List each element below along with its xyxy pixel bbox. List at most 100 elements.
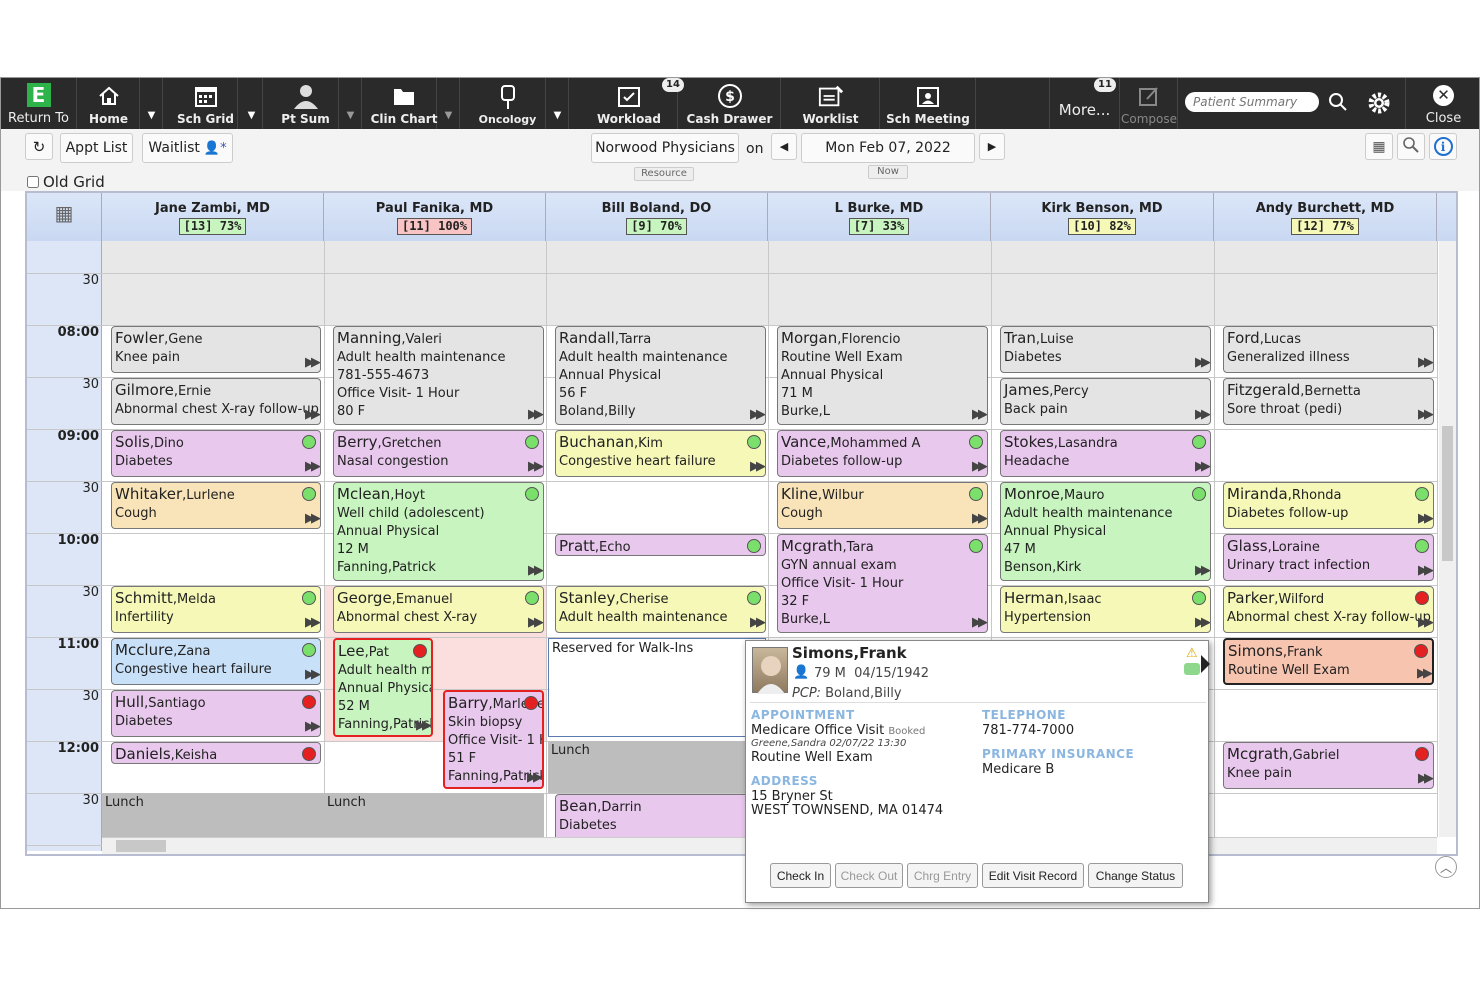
oncology-dropdown[interactable]: ▼ bbox=[547, 78, 569, 129]
appointment-card[interactable]: James,Percy Back pain ▶▶ bbox=[1000, 378, 1211, 425]
sch-grid-dropdown[interactable]: ▼ bbox=[241, 78, 263, 129]
provider-header[interactable]: Kirk Benson, MD [10] 82% bbox=[991, 193, 1214, 241]
grid-options-corner[interactable]: ▦ bbox=[27, 193, 102, 241]
gear-icon[interactable] bbox=[1367, 91, 1391, 119]
appointment-card[interactable]: Fowler,Gene Knee pain ▶▶ bbox=[111, 326, 321, 373]
provider-header[interactable]: Bill Boland, DO [9] 70% bbox=[546, 193, 768, 241]
waitlist-button[interactable]: Waitlist 👤* bbox=[142, 133, 233, 163]
people-icon: 👤* bbox=[203, 140, 227, 156]
appointment-card[interactable]: Randall,Tarra Adult health maintenance Ann… bbox=[555, 326, 766, 425]
appointment-card[interactable]: George,Emanuel Abnormal chest X-ray ▶▶ bbox=[333, 586, 544, 633]
appointment-card[interactable]: Barry,Marlene Skin biopsy Office Visit- 1 … bbox=[443, 690, 544, 789]
appointment-card[interactable]: Manning,Valeri Adult health maintenance 78… bbox=[333, 326, 544, 425]
home-button[interactable]: Home bbox=[78, 78, 140, 129]
appointment-card[interactable]: Daniels,Keisha bbox=[111, 742, 321, 764]
old-grid-toggle[interactable]: Old Grid bbox=[27, 173, 105, 191]
appointment-card[interactable]: Mcclure,Zana Congestive heart failure ▶▶ bbox=[111, 638, 321, 685]
home-dropdown[interactable]: ▼ bbox=[141, 78, 163, 129]
resource-selector[interactable]: Norwood Physicians bbox=[591, 133, 739, 163]
provider-header[interactable]: Andy Burchett, MD [12] 77% bbox=[1214, 193, 1437, 241]
return-to-button[interactable]: E Return To bbox=[1, 78, 77, 129]
message-icon[interactable] bbox=[1184, 663, 1200, 675]
next-date-button[interactable]: ▶ bbox=[979, 133, 1005, 160]
now-button[interactable]: Now bbox=[868, 165, 908, 179]
clin-chart-button[interactable]: Clin Chart bbox=[371, 78, 437, 129]
provider-header[interactable]: L Burke, MD [7] 33% bbox=[768, 193, 991, 241]
pt-sum-dropdown[interactable]: ▼ bbox=[340, 78, 362, 129]
grid-view-button[interactable]: ▦ bbox=[1365, 133, 1393, 160]
appointment-card[interactable]: Bean,Darrin Diabetes bbox=[555, 794, 766, 841]
lunch-label: Lunch bbox=[105, 795, 144, 810]
appointment-text: Back pain bbox=[1004, 402, 1068, 417]
appointment-card[interactable]: Stokes,Lasandra Headache ▶▶ bbox=[1000, 430, 1211, 477]
appointment-card[interactable]: Ford,Lucas Generalized illness ▶▶ bbox=[1223, 326, 1434, 373]
appointment-card[interactable]: Miranda,Rhonda Diabetes follow-up ▶▶ bbox=[1223, 482, 1434, 529]
refresh-button[interactable]: ↻ bbox=[25, 133, 53, 160]
appointment-text: Diabetes follow-up bbox=[781, 454, 903, 469]
appointment-card[interactable]: Herman,Isaac Hypertension ▶▶ bbox=[1000, 586, 1211, 633]
appointment-text: 80 F bbox=[337, 404, 366, 419]
appointment-card[interactable]: Whitaker,Lurlene Cough ▶▶ bbox=[111, 482, 321, 529]
appointment-card[interactable]: Vance,Mohammed A Diabetes follow-up ▶▶ bbox=[777, 430, 988, 477]
patient-last-name: Morgan bbox=[781, 329, 838, 347]
appointment-card[interactable]: Lee,PatAdult health maintenanceAnnual Ph… bbox=[333, 638, 433, 737]
sch-meeting-button[interactable]: Sch Meeting bbox=[881, 78, 976, 129]
close-button[interactable]: ✕ Close bbox=[1405, 78, 1479, 129]
appointment-card[interactable]: Morgan,Florencio Routine Well Exam Annual … bbox=[777, 326, 988, 425]
appointment-card[interactable]: Gilmore,Ernie Abnormal chest X-ray follow… bbox=[111, 378, 321, 425]
warning-icon[interactable]: ⚠ bbox=[1186, 646, 1198, 661]
pt-sum-button[interactable]: Pt Sum bbox=[273, 78, 339, 129]
patient-search-input[interactable] bbox=[1185, 92, 1319, 112]
zoom-button[interactable] bbox=[1397, 133, 1425, 160]
appointment-card[interactable]: Fitzgerald,Bernetta Sore throat (pedi) ▶▶ bbox=[1223, 378, 1434, 425]
prev-date-button[interactable]: ◀ bbox=[771, 133, 797, 160]
date-display[interactable]: Mon Feb 07, 2022 bbox=[801, 133, 975, 163]
appointment-card[interactable]: Parker,Wilford Abnormal chest X-ray follo… bbox=[1223, 586, 1434, 633]
oncology-button[interactable]: Oncology bbox=[470, 78, 546, 129]
sch-grid-button[interactable]: Sch Grid bbox=[174, 78, 238, 129]
appointment-card[interactable]: Tran,Luise Diabetes ▶▶ bbox=[1000, 326, 1211, 373]
appointment-card[interactable]: Buchanan,Kim Congestive heart failure ▶▶ bbox=[555, 430, 766, 477]
appointment-card[interactable]: Mclean,Hoyt Well child (adolescent) Annual… bbox=[333, 482, 544, 581]
patient-name: Simons,Frank bbox=[792, 644, 907, 662]
appointment-card[interactable]: Mcgrath,Tara GYN annual exam Office Visit-… bbox=[777, 534, 988, 633]
clin-chart-dropdown[interactable]: ▼ bbox=[438, 78, 460, 129]
appointment-card[interactable]: Pratt,Echo bbox=[555, 534, 766, 556]
appointment-card[interactable]: Stanley,Cherise Adult health maintenance ▶… bbox=[555, 586, 766, 633]
appointment-text: 71 M bbox=[781, 386, 813, 401]
provider-header[interactable]: Jane Zambi, MD [13] 73% bbox=[102, 193, 324, 241]
provider-utilization: [10] 82% bbox=[1068, 218, 1136, 235]
scrollbar-thumb[interactable] bbox=[116, 840, 166, 852]
appointment-card[interactable]: Hull,Santiago Diabetes ▶▶ bbox=[111, 690, 321, 737]
change-status-button[interactable]: Change Status bbox=[1088, 863, 1183, 888]
vertical-scrollbar[interactable] bbox=[1439, 241, 1456, 837]
appointment-card[interactable]: Solis,Dino Diabetes ▶▶ bbox=[111, 430, 321, 477]
search-icon[interactable] bbox=[1328, 92, 1348, 116]
appointment-card[interactable]: Glass,Loraine Urinary tract infection ▶▶ bbox=[1223, 534, 1434, 581]
check-out-button[interactable]: Check Out bbox=[835, 863, 903, 888]
appointment-card[interactable]: Monroe,Mauro Adult health maintenance Annu… bbox=[1000, 482, 1211, 581]
cash-drawer-button[interactable]: $ Cash Drawer bbox=[679, 78, 781, 129]
patient-first-name: Gene bbox=[168, 332, 203, 347]
worklist-button[interactable]: Worklist bbox=[782, 78, 880, 129]
status-dot bbox=[1192, 591, 1206, 605]
appointment-card[interactable]: Mcgrath,Gabriel Knee pain ▶▶ bbox=[1223, 742, 1434, 789]
appointment-text: Stanley,Cherise bbox=[559, 589, 669, 607]
edit-visit-record-button[interactable]: Edit Visit Record bbox=[982, 863, 1084, 888]
collapse-button[interactable]: ︿ bbox=[1435, 856, 1457, 878]
check-in-button[interactable]: Check In bbox=[770, 863, 831, 888]
charge-entry-button[interactable]: Chrg Entry bbox=[907, 863, 978, 888]
info-button[interactable]: i bbox=[1429, 133, 1457, 160]
patient-last-name: Daniels bbox=[115, 745, 171, 763]
scrollbar-thumb[interactable] bbox=[1442, 426, 1453, 561]
appt-list-button[interactable]: Appt List bbox=[60, 133, 133, 163]
walk-in-reserved-block[interactable]: Reserved for Walk-Ins bbox=[548, 638, 766, 737]
appointment-card[interactable]: Kline,Wilbur Cough ▶▶ bbox=[777, 482, 988, 529]
appointment-card[interactable]: Schmitt,Melda Infertility ▶▶ bbox=[111, 586, 321, 633]
appointment-card[interactable]: Berry,Gretchen Nasal congestion ▶▶ bbox=[333, 430, 544, 477]
appointment-card-selected[interactable]: Simons,Frank Routine Well Exam ▶▶ bbox=[1223, 638, 1434, 685]
provider-header[interactable]: Paul Fanika, MD [11] 100% bbox=[324, 193, 546, 241]
old-grid-checkbox[interactable] bbox=[27, 176, 39, 188]
patient-last-name: Stanley bbox=[559, 589, 616, 607]
compose-button[interactable]: Compose bbox=[1121, 78, 1178, 129]
